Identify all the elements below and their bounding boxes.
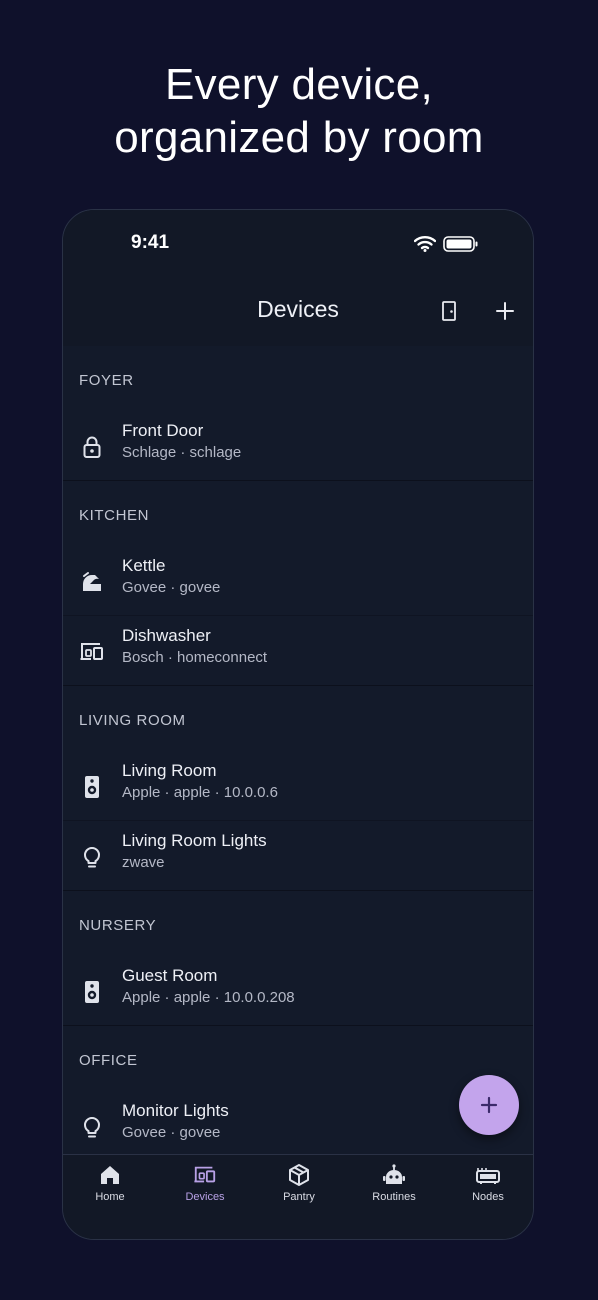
- device-subtitle: Schlage · schlage: [122, 444, 242, 461]
- tab-routines[interactable]: Routines: [347, 1155, 441, 1215]
- bottom-tab-bar: Home Devices Pantry Routines Nodes: [63, 1154, 533, 1239]
- lightbulb-icon: [79, 1114, 105, 1140]
- section-header: NURSERY: [79, 917, 157, 934]
- page-title: Devices: [257, 296, 339, 322]
- add-floating-button[interactable]: [459, 1075, 519, 1135]
- device-row[interactable]: Living Room Apple · apple · 10.0.0.6: [63, 751, 533, 821]
- door-icon[interactable]: [437, 299, 461, 323]
- home-icon: [98, 1163, 122, 1187]
- tab-label: Pantry: [283, 1191, 315, 1203]
- tab-label: Nodes: [472, 1191, 504, 1203]
- device-subtitle: Bosch · homeconnect: [122, 649, 268, 666]
- tab-nodes[interactable]: Nodes: [441, 1155, 533, 1215]
- device-name: Living Room: [122, 761, 217, 780]
- tab-label: Home: [95, 1191, 125, 1203]
- kettle-icon: [79, 569, 105, 595]
- device-subtitle: Govee · govee: [122, 579, 221, 596]
- device-subtitle: zwave: [122, 854, 165, 871]
- tab-label: Devices: [185, 1191, 225, 1203]
- device-name: Front Door: [122, 421, 204, 440]
- phone-frame: 9:41 Devices FOYER Front Door Schlage · …: [62, 209, 534, 1240]
- section-header: OFFICE: [79, 1052, 138, 1069]
- device-name: Kettle: [122, 556, 166, 575]
- device-row[interactable]: Dishwasher Bosch · homeconnect: [63, 616, 533, 686]
- device-name: Guest Room: [122, 966, 218, 985]
- devices-icon: [79, 639, 105, 665]
- headline-line-2: organized by room: [114, 113, 484, 162]
- box-icon: [287, 1163, 311, 1187]
- speaker-icon: [79, 774, 105, 800]
- device-row[interactable]: Guest Room Apple · apple · 10.0.0.208: [63, 956, 533, 1026]
- app-bar: Devices: [63, 280, 533, 346]
- device-name: Monitor Lights: [122, 1101, 229, 1120]
- robot-icon: [382, 1163, 406, 1187]
- router-icon: [476, 1163, 500, 1187]
- lock-icon: [79, 434, 105, 460]
- device-row[interactable]: Front Door Schlage · schlage: [63, 411, 533, 481]
- battery-icon: [443, 236, 479, 257]
- tab-home[interactable]: Home: [63, 1155, 157, 1215]
- device-subtitle: Apple · apple · 10.0.0.6: [122, 784, 278, 801]
- plus-icon: [480, 1096, 498, 1114]
- section-header: FOYER: [79, 372, 134, 389]
- device-subtitle: Apple · apple · 10.0.0.208: [122, 989, 295, 1006]
- tab-pantry[interactable]: Pantry: [252, 1155, 346, 1215]
- device-row[interactable]: Kettle Govee · govee: [63, 546, 533, 616]
- device-list[interactable]: FOYER Front Door Schlage · schlage KITCH…: [63, 346, 533, 1154]
- plus-icon: [496, 302, 514, 320]
- status-bar: 9:41: [63, 210, 533, 280]
- headline-line-1: Every device,: [164, 60, 433, 109]
- section-header: KITCHEN: [79, 507, 150, 524]
- device-subtitle: Govee · govee: [122, 1124, 221, 1141]
- devices-icon: [193, 1163, 217, 1187]
- add-device-button[interactable]: [491, 297, 519, 325]
- wifi-icon: [413, 235, 437, 257]
- device-name: Dishwasher: [122, 626, 211, 645]
- device-row[interactable]: Living Room Lights zwave: [63, 821, 533, 891]
- section-header: LIVING ROOM: [79, 712, 186, 729]
- tab-devices[interactable]: Devices: [158, 1155, 252, 1215]
- status-time: 9:41: [131, 232, 170, 253]
- speaker-icon: [79, 979, 105, 1005]
- device-name: Living Room Lights: [122, 831, 267, 850]
- lightbulb-icon: [79, 844, 105, 870]
- tab-label: Routines: [372, 1191, 416, 1203]
- headline: Every device, organized by room: [0, 58, 598, 164]
